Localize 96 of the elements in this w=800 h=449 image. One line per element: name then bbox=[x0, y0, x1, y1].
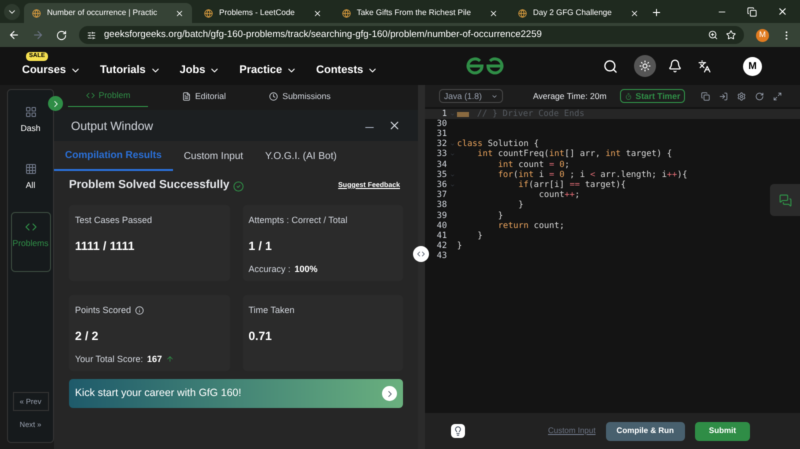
bookmark-icon bbox=[726, 30, 736, 40]
nav-menu[interactable]: Contests bbox=[316, 62, 378, 78]
code-line: int count = 0; bbox=[496, 158, 570, 170]
close-tab-icon bbox=[630, 8, 639, 18]
code-icon bbox=[86, 91, 95, 100]
notification-icon[interactable] bbox=[668, 59, 682, 73]
user-avatar[interactable]: M bbox=[743, 56, 762, 76]
stat-label: Points Scored bbox=[75, 304, 132, 317]
code-line: } bbox=[496, 210, 504, 222]
start-timer-button[interactable]: Start Timer bbox=[620, 89, 686, 103]
document-icon bbox=[182, 92, 192, 100]
hint-button[interactable] bbox=[451, 424, 465, 438]
window-title: Output Window bbox=[71, 118, 154, 134]
new-tab-icon[interactable] bbox=[650, 7, 662, 18]
copy-icon[interactable] bbox=[701, 92, 710, 100]
code-line: count++; bbox=[538, 189, 580, 202]
stat-label: Attempts : Correct / Total bbox=[248, 214, 348, 227]
chat-button[interactable] bbox=[770, 184, 800, 216]
reload-icon[interactable] bbox=[56, 30, 67, 40]
stat-value: 0.71 bbox=[248, 328, 273, 344]
close-tab-icon bbox=[175, 8, 184, 18]
site-info-icon bbox=[87, 30, 96, 40]
chat-icon bbox=[778, 194, 792, 206]
code-line: } bbox=[476, 230, 483, 243]
stat-note-label: Your Total Score: bbox=[75, 352, 144, 366]
sidebar-item[interactable]: Dash bbox=[10, 98, 50, 143]
submit-button[interactable]: Submit bbox=[694, 422, 750, 440]
nav-menu[interactable]: Jobs bbox=[180, 62, 220, 78]
stat-value: 1 / 1 bbox=[248, 238, 273, 254]
browser-tab[interactable]: Number of occurrence | Practic bbox=[24, 3, 192, 23]
restore-icon[interactable] bbox=[747, 7, 757, 17]
code-icon bbox=[24, 220, 36, 232]
promo-banner[interactable]: Kick start your career with GfG 160! bbox=[69, 379, 403, 408]
code-line: // } Driver Code Ends bbox=[457, 108, 584, 120]
sidebar-item[interactable]: Problems bbox=[10, 212, 50, 272]
chevron-down-icon bbox=[491, 92, 498, 100]
close-tab-icon bbox=[312, 8, 322, 18]
info-icon[interactable] bbox=[135, 306, 144, 316]
translate-icon[interactable] bbox=[698, 60, 711, 72]
nav-menu[interactable]: Courses bbox=[22, 62, 82, 78]
code-line: int countFreq(int[] arr, int target) { bbox=[476, 148, 672, 160]
output-tab[interactable]: Custom Input bbox=[172, 141, 254, 171]
clock-icon bbox=[269, 92, 278, 100]
lightbulb-icon bbox=[453, 426, 463, 436]
stat-value: 1111 / 1111 bbox=[75, 238, 136, 254]
address-bar[interactable]: geeksforgeeks.org/batch/gfg-160-problems/track/searching-gfg-160/problem/number-of-occurrence2259 bbox=[79, 26, 744, 44]
stat-note-value: 167 bbox=[147, 352, 162, 366]
average-time: Average Time: 20m bbox=[533, 90, 607, 102]
timer-icon bbox=[624, 92, 632, 100]
zoom-icon bbox=[708, 30, 718, 40]
reset-icon[interactable] bbox=[755, 92, 764, 100]
stat-note-label: Accuracy : bbox=[248, 262, 291, 276]
stat-note-value: 100% bbox=[294, 262, 318, 276]
problem-tab[interactable]: Editorial bbox=[164, 85, 244, 107]
search-icon[interactable] bbox=[603, 58, 618, 74]
sidebar-item[interactable]: All bbox=[10, 154, 50, 200]
check-icon bbox=[233, 180, 244, 192]
code-line: if(arr[i] == target){ bbox=[517, 179, 626, 191]
fullscreen-icon[interactable] bbox=[773, 92, 782, 100]
favicon-icon bbox=[342, 8, 351, 18]
language-select[interactable]: Java (1.8) bbox=[439, 89, 503, 103]
dashboard-icon bbox=[24, 106, 36, 118]
tab-list-icon[interactable] bbox=[4, 4, 20, 20]
logo-icon bbox=[464, 57, 506, 75]
settings-icon[interactable] bbox=[737, 92, 746, 100]
code-line: } bbox=[457, 240, 462, 253]
status-text: Problem Solved Successfully bbox=[69, 178, 230, 194]
favicon-icon bbox=[204, 8, 214, 18]
up-arrow-icon bbox=[166, 355, 174, 364]
favicon-icon bbox=[32, 8, 41, 18]
output-tab[interactable]: Y.O.G.I. (AI Bot) bbox=[254, 141, 348, 171]
grid-icon bbox=[24, 162, 36, 175]
stat-value: 2 / 2 bbox=[75, 328, 100, 344]
code-line: } bbox=[517, 199, 524, 212]
favicon-icon bbox=[518, 8, 527, 18]
sun-icon bbox=[639, 60, 651, 72]
code-line: return count; bbox=[496, 220, 564, 233]
nav-menu[interactable]: Practice bbox=[239, 62, 298, 78]
browser-tab[interactable]: Day 2 GFG Challenge bbox=[510, 3, 647, 23]
theme-toggle[interactable] bbox=[634, 55, 656, 77]
problem-tab[interactable]: Problem bbox=[68, 85, 148, 107]
nav-menu[interactable]: Tutorials bbox=[100, 62, 161, 78]
close-icon[interactable] bbox=[777, 6, 788, 17]
code-line: for(int i = 0 ; i < arr.length; i++){ bbox=[496, 168, 688, 180]
export-icon[interactable] bbox=[719, 92, 728, 100]
code-icon bbox=[417, 250, 425, 258]
back-icon[interactable] bbox=[8, 29, 20, 41]
problem-tab[interactable]: Submissions bbox=[260, 85, 340, 107]
stat-label: Test Cases Passed bbox=[75, 214, 152, 227]
code-line: class Solution { bbox=[457, 138, 539, 150]
compile-run-button[interactable]: Compile & Run bbox=[606, 422, 685, 440]
browser-tab[interactable]: Problems - LeetCode bbox=[196, 3, 330, 23]
close-tab-icon bbox=[488, 8, 498, 18]
browser-tab[interactable]: Take Gifts From the Richest Pile bbox=[334, 3, 506, 23]
stat-label: Time Taken bbox=[248, 304, 295, 317]
close-icon[interactable] bbox=[388, 119, 401, 132]
